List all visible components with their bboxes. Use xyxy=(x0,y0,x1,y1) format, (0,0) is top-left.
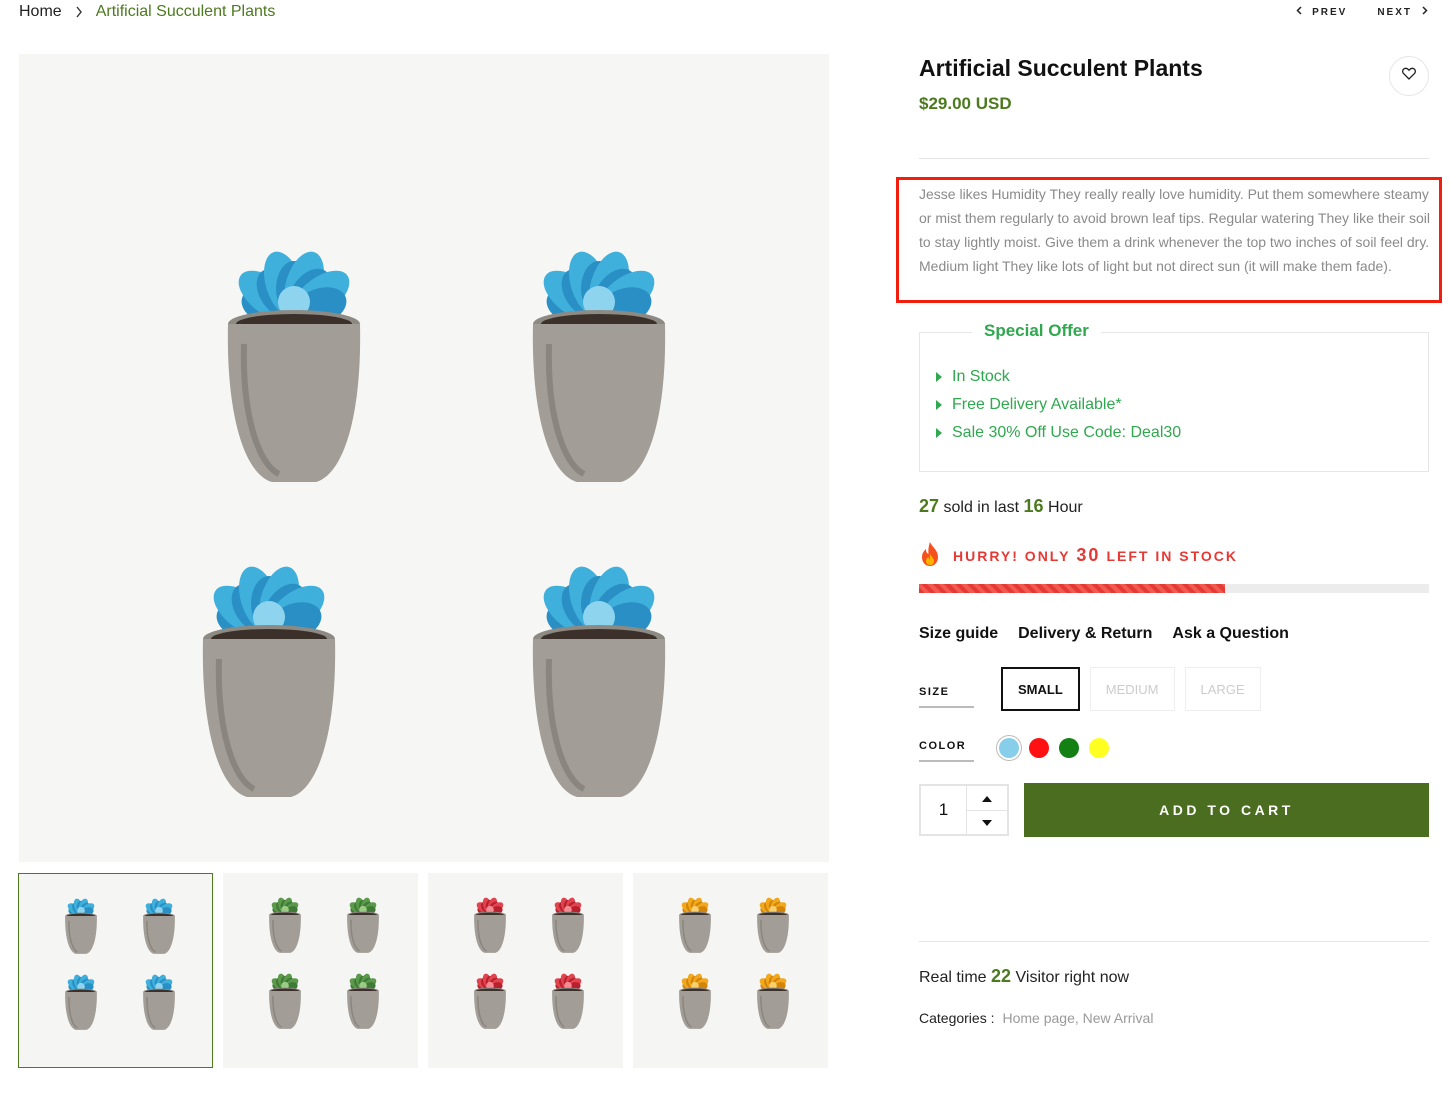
thumb-pot xyxy=(65,974,97,1030)
triangle-right-icon xyxy=(936,428,942,438)
categories-label: Categories : xyxy=(919,1010,995,1026)
product-price: $29.00 USD xyxy=(919,94,1012,113)
offer-item-label: Sale 30% Off Use Code: Deal30 xyxy=(952,424,1182,441)
next-label: NEXT xyxy=(1377,6,1412,18)
thumbnail-strip xyxy=(18,873,828,1068)
heart-icon xyxy=(1402,67,1416,85)
caret-down-icon xyxy=(982,813,992,831)
stock-prefix: HURRY! ONLY xyxy=(953,547,1071,564)
color-swatch-red[interactable] xyxy=(1029,738,1049,758)
thumb-pot xyxy=(757,897,789,953)
visitor-counter: Real time 22 Visitor right now xyxy=(919,966,1129,987)
sold-text: sold in last xyxy=(943,499,1020,516)
quantity-increase-button[interactable] xyxy=(967,786,1007,811)
thumb-pot xyxy=(65,898,97,954)
breadcrumb: Home Artificial Succulent Plants xyxy=(19,3,275,21)
next-link[interactable]: NEXT xyxy=(1377,6,1428,18)
succulent-pot-4 xyxy=(532,566,666,797)
quantity-input[interactable]: 1 xyxy=(921,786,967,834)
size-guide-link[interactable]: Size guide xyxy=(919,625,998,643)
delivery-return-link[interactable]: Delivery & Return xyxy=(1018,625,1152,643)
sold-unit: Hour xyxy=(1048,499,1083,516)
stock-progress-fill xyxy=(919,584,1225,593)
visitor-count: 22 xyxy=(991,966,1012,986)
offer-item: Free Delivery Available* xyxy=(936,391,1181,419)
succulent-pot-1 xyxy=(227,251,361,482)
thumb-pot xyxy=(347,973,379,1029)
product-description: Jesse likes Humidity They really really … xyxy=(919,186,1430,274)
divider xyxy=(919,158,1429,159)
thumb-pot xyxy=(269,897,301,953)
product-pager: PREV NEXT xyxy=(1296,6,1428,18)
prev-label: PREV xyxy=(1312,6,1348,18)
thumb-pot xyxy=(757,973,789,1029)
succulent-pot-3 xyxy=(202,566,336,797)
offer-item-label: In Stock xyxy=(952,368,1010,385)
size-label: SIZE xyxy=(919,686,974,708)
visitor-text: Real time xyxy=(919,969,987,986)
add-to-cart-button[interactable]: ADD TO CART xyxy=(1024,783,1429,837)
fire-icon xyxy=(919,541,941,570)
succulent-pot-2 xyxy=(532,251,666,482)
special-offer-title: Special Offer xyxy=(972,321,1101,341)
color-swatch-yellow[interactable] xyxy=(1089,738,1109,758)
color-label: COLOR xyxy=(919,740,974,762)
thumb-pot xyxy=(347,897,379,953)
breadcrumb-current: Artificial Succulent Plants xyxy=(95,3,276,20)
offer-item-label: Free Delivery Available* xyxy=(952,396,1122,413)
quantity-decrease-button[interactable] xyxy=(967,811,1007,835)
color-options xyxy=(999,738,1109,758)
stock-progress-bar xyxy=(919,584,1429,593)
visitor-suffix: Visitor right now xyxy=(1015,969,1130,986)
color-swatch-light-blue[interactable] xyxy=(999,738,1019,758)
thumbnail-green[interactable] xyxy=(223,873,418,1068)
categories: Categories : Home page, New Arrival xyxy=(919,1010,1153,1026)
ask-question-link[interactable]: Ask a Question xyxy=(1172,625,1288,643)
thumbnail-yellow[interactable] xyxy=(633,873,828,1068)
stock-count: 30 xyxy=(1076,545,1101,565)
quantity-stepper: 1 xyxy=(919,784,1009,836)
prev-link[interactable]: PREV xyxy=(1296,6,1347,18)
thumb-pot xyxy=(552,973,584,1029)
offer-item: In Stock xyxy=(936,363,1181,391)
triangle-right-icon xyxy=(936,372,942,382)
size-option-medium[interactable]: MEDIUM xyxy=(1089,667,1175,711)
thumb-pot xyxy=(474,973,506,1029)
product-main-image[interactable] xyxy=(19,54,829,862)
size-options: SMALL MEDIUM LARGE xyxy=(1001,667,1261,711)
special-offer-box: Special Offer In Stock Free Delivery Ava… xyxy=(919,321,1429,472)
thumb-pot xyxy=(269,973,301,1029)
caret-up-icon xyxy=(982,789,992,807)
sold-hours: 16 xyxy=(1023,496,1044,516)
chevron-left-icon xyxy=(1296,6,1302,18)
thumbnail-red[interactable] xyxy=(428,873,623,1068)
size-option-small[interactable]: SMALL xyxy=(1001,667,1080,711)
size-option-large[interactable]: LARGE xyxy=(1184,667,1261,711)
sold-counter: 27 sold in last 16 Hour xyxy=(919,496,1083,517)
info-tabs: Size guide Delivery & Return Ask a Quest… xyxy=(919,625,1289,643)
product-title: Artificial Succulent Plants xyxy=(919,55,1203,81)
chevron-right-icon xyxy=(1422,6,1428,18)
sold-count: 27 xyxy=(919,496,940,516)
chevron-right-icon xyxy=(72,5,86,19)
thumb-pot xyxy=(143,898,175,954)
triangle-right-icon xyxy=(936,400,942,410)
offer-item: Sale 30% Off Use Code: Deal30 xyxy=(936,419,1181,447)
stock-suffix: LEFT IN STOCK xyxy=(1106,547,1238,564)
color-swatch-green[interactable] xyxy=(1059,738,1079,758)
stock-alert: HURRY! ONLY 30 LEFT IN STOCK xyxy=(919,541,1238,570)
thumbnail-blue[interactable] xyxy=(18,873,213,1068)
categories-links[interactable]: Home page, New Arrival xyxy=(1002,1010,1153,1026)
wishlist-button[interactable] xyxy=(1389,56,1429,96)
thumb-pot xyxy=(143,974,175,1030)
thumb-pot xyxy=(474,897,506,953)
thumb-pot xyxy=(679,897,711,953)
thumb-pot xyxy=(679,973,711,1029)
breadcrumb-home-link[interactable]: Home xyxy=(19,3,62,21)
offer-list: In Stock Free Delivery Available* Sale 3… xyxy=(936,363,1181,447)
divider xyxy=(919,941,1429,942)
thumb-pot xyxy=(552,897,584,953)
